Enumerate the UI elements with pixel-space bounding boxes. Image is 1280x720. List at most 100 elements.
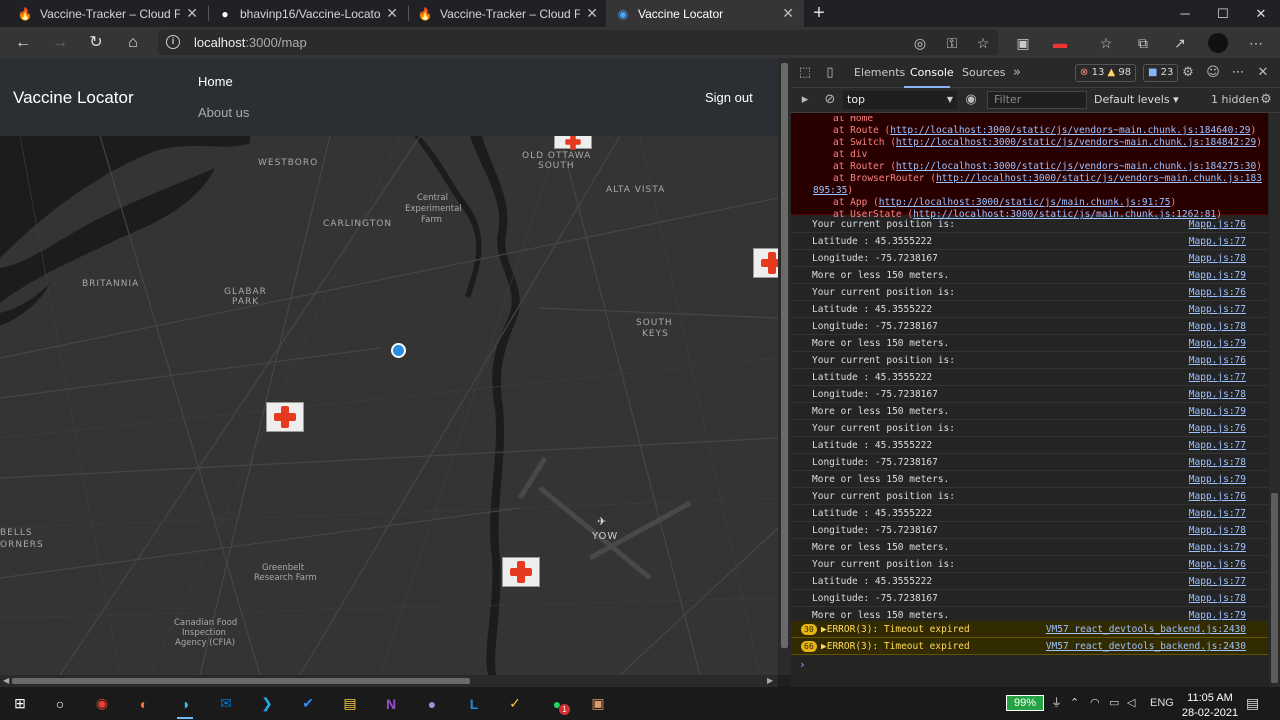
source-link[interactable]: Mapp.js:78 [1189,250,1246,267]
close-devtools-icon[interactable]: ✕ [1255,65,1271,81]
source-link[interactable]: Mapp.js:77 [1189,369,1246,386]
tab-elements[interactable]: Elements [854,66,905,79]
profile-avatar-icon[interactable] [1208,33,1228,53]
wifi-icon[interactable]: ◠ [1090,687,1100,720]
context-select[interactable]: top ▼ [843,91,957,109]
page-vertical-scrollbar[interactable] [778,58,791,675]
console-scrollbar[interactable] [1269,113,1280,687]
close-tab-icon[interactable]: ✕ [186,5,198,22]
vaccine-site-marker[interactable] [266,402,304,432]
source-link[interactable]: VM57 react_devtools_backend.js:2430 [1046,621,1246,638]
cortana-button[interactable]: ○ [47,691,73,716]
source-link[interactable]: Mapp.js:78 [1189,318,1246,335]
source-link[interactable]: Mapp.js:77 [1189,437,1246,454]
stack-link[interactable]: http://localhost:3000/static/js/vendors~… [936,173,1262,184]
favorites-icon[interactable]: ☆ [1096,33,1116,53]
device-toggle-icon[interactable]: ▯ [822,65,838,81]
forward-button[interactable]: → [48,31,72,55]
volume-icon[interactable]: ◁ [1127,687,1135,720]
console-prompt-icon[interactable]: › [799,658,806,671]
source-link[interactable]: Mapp.js:78 [1189,386,1246,403]
source-link[interactable]: VM57 react_devtools_backend.js:2430 [1046,638,1246,655]
console-warning-row[interactable]: 30 ▶ERROR(3): Timeout expired VM57 react… [791,621,1268,638]
inspect-element-icon[interactable]: ⬚ [797,65,813,81]
stack-link[interactable]: http://localhost:3000/static/js/vendors~… [896,137,1256,148]
scrollbar-thumb[interactable] [12,678,470,684]
source-link[interactable]: Mapp.js:78 [1189,590,1246,607]
refresh-button[interactable]: ↻ [84,31,108,55]
collections-icon[interactable]: ⧉ [1133,33,1153,53]
source-link[interactable]: Mapp.js:76 [1189,352,1246,369]
new-tab-button[interactable]: + [810,2,828,24]
minimize-button[interactable]: ─ [1166,0,1204,27]
nav-about-link[interactable]: About us [198,105,249,120]
browser-tab-firestore-2[interactable]: 🔥 Vaccine-Tracker – Cloud Firestore ✕ [408,0,608,27]
clear-console-icon[interactable]: ⊘ [822,92,838,108]
l-app-taskbar-icon[interactable]: L [461,691,487,716]
stack-link[interactable]: 895:35 [813,185,847,196]
source-link[interactable]: Mapp.js:76 [1189,216,1246,233]
console-warning-row[interactable]: 66 ▶ERROR(3): Timeout expired VM57 react… [791,638,1268,655]
more-tabs-icon[interactable]: » [1009,65,1025,81]
share-icon[interactable]: ↗ [1170,33,1190,53]
stack-link[interactable]: http://localhost:3000/static/js/main.chu… [879,197,1171,208]
key-icon[interactable]: ⚿ [942,33,962,53]
file-explorer-taskbar-icon[interactable]: ▤ [337,691,363,716]
source-link[interactable]: Mapp.js:79 [1189,403,1246,420]
scroll-right-icon[interactable]: ▶ [767,675,773,687]
more-menu-icon[interactable]: ⋯ [1246,33,1266,53]
source-link[interactable]: Mapp.js:77 [1189,233,1246,250]
favorite-add-icon[interactable]: ☆ [973,33,993,53]
source-link[interactable]: Mapp.js:76 [1189,420,1246,437]
source-link[interactable]: Mapp.js:76 [1189,284,1246,301]
start-button[interactable]: ⊞ [7,691,33,716]
scroll-left-icon[interactable]: ◀ [3,675,9,687]
vscode-taskbar-icon[interactable]: ❯ [254,691,280,716]
language-indicator[interactable]: ENG [1150,687,1174,720]
stack-link[interactable]: http://localhost:3000/static/js/vendors~… [896,161,1256,172]
notification-center-icon[interactable]: ▤ [1246,687,1259,720]
nav-home-link[interactable]: Home [198,74,233,89]
tray-expand-icon[interactable]: ⌃ [1070,687,1079,720]
close-window-button[interactable]: ✕ [1242,0,1280,27]
close-tab-icon[interactable]: ✕ [782,5,794,22]
extension-icon[interactable]: ▣ [1013,33,1033,53]
sidebar-toggle-icon[interactable]: ▸ [797,92,813,108]
todo-taskbar-icon[interactable]: ✔ [295,691,321,716]
source-link[interactable]: Mapp.js:79 [1189,335,1246,352]
tab-console[interactable]: Console [910,66,954,79]
source-link[interactable]: Mapp.js:77 [1189,573,1246,590]
browser-tab-firestore-1[interactable]: 🔥 Vaccine-Tracker – Cloud Firestore ✕ [8,0,208,27]
log-levels-select[interactable]: Default levels ▾ [1094,93,1179,106]
source-link[interactable]: Mapp.js:79 [1189,267,1246,284]
source-link[interactable]: Mapp.js:76 [1189,556,1246,573]
issue-counts[interactable]: ⊗ 13 ▲ 98 [1075,64,1137,82]
sign-out-button[interactable]: Sign out [705,90,753,105]
vaccine-site-marker[interactable] [753,248,778,278]
media-taskbar-icon[interactable]: ▣ [585,691,611,716]
scrollbar-thumb[interactable] [1271,493,1278,683]
tab-sources[interactable]: Sources [962,66,1006,79]
back-button[interactable]: ← [11,31,35,55]
source-link[interactable]: Mapp.js:79 [1189,539,1246,556]
settings-gear-icon[interactable]: ⚙ [1180,65,1196,81]
location-icon[interactable]: ◎ [910,33,930,53]
chrome-taskbar-icon[interactable]: ◉ [89,691,115,716]
mail-taskbar-icon[interactable]: ✉ [213,691,239,716]
scrollbar-thumb[interactable] [781,63,788,648]
firefox-taskbar-icon[interactable]: ◐ [131,691,157,716]
maximize-button[interactable]: ☐ [1204,0,1242,27]
edge-taskbar-icon[interactable]: ◑ [172,691,198,719]
system-clock[interactable]: 11:05 AM 28-02-2021 [1180,692,1240,719]
onenote-taskbar-icon[interactable]: N [378,691,404,716]
source-link[interactable]: Mapp.js:77 [1189,301,1246,318]
home-button[interactable]: ⌂ [121,31,145,55]
console-settings-icon[interactable]: ⚙ [1258,92,1274,108]
site-info-icon[interactable]: i [166,35,180,49]
console-filter-input[interactable]: Filter [987,91,1087,109]
close-tab-icon[interactable]: ✕ [586,5,598,22]
extension-red-icon[interactable]: ▬ [1050,33,1070,53]
messages-count-badge[interactable]: ■ 23 [1143,64,1179,82]
close-tab-icon[interactable]: ✕ [386,5,398,22]
map-canvas[interactable]: WESTBORO OLD OTTAWA SOUTH ALTA VISTA Cen… [0,58,778,675]
